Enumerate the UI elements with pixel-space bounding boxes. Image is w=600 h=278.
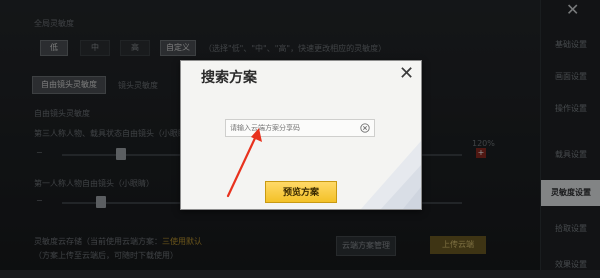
share-code-input[interactable] bbox=[230, 120, 358, 136]
dialog-title: 搜索方案 bbox=[201, 70, 257, 86]
search-box bbox=[225, 119, 375, 137]
clear-circle-icon[interactable] bbox=[360, 123, 370, 133]
search-plan-dialog: 搜索方案 ✕ 预览方案 bbox=[180, 60, 422, 210]
preview-plan-button[interactable]: 预览方案 bbox=[265, 181, 337, 203]
close-icon[interactable]: ✕ bbox=[399, 65, 414, 83]
